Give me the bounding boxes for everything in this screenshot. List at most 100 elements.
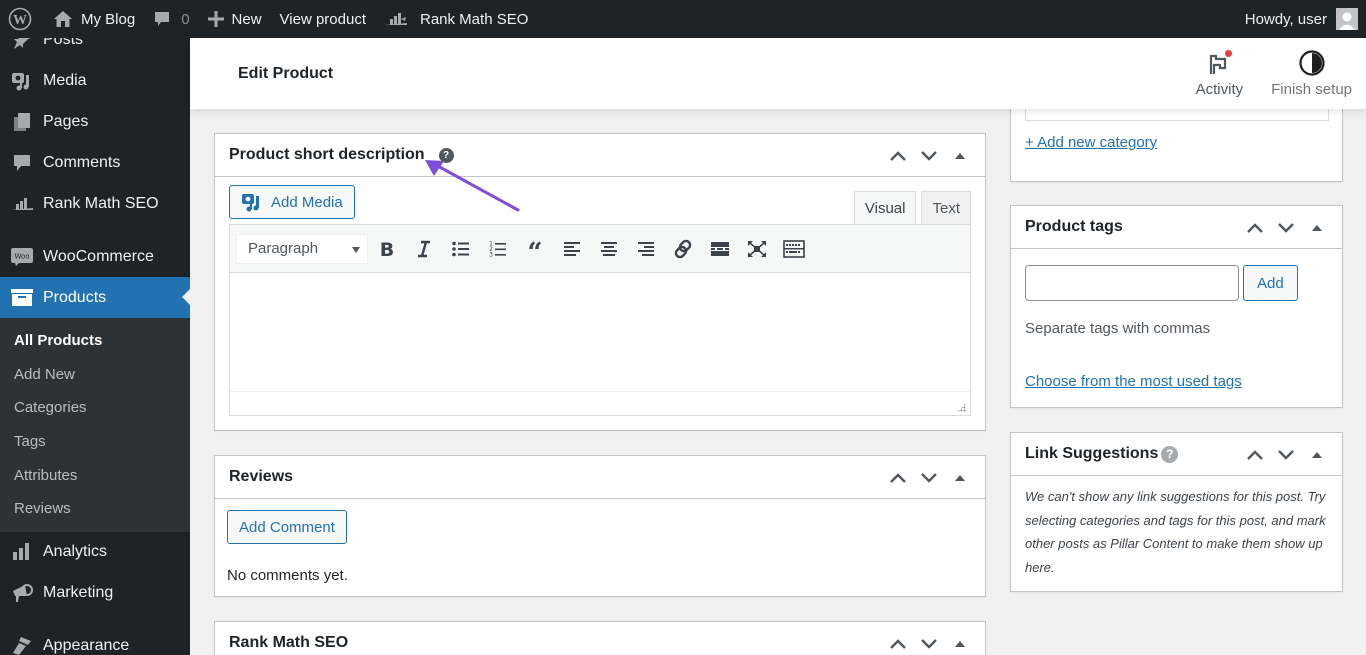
sidebar-item-media[interactable]: Media	[0, 60, 190, 101]
move-down-button[interactable]	[1270, 210, 1301, 246]
svg-text:3: 3	[489, 251, 493, 258]
activity-button[interactable]: Activity	[1182, 38, 1258, 109]
sidebar-item-posts[interactable]: Posts	[0, 38, 190, 60]
submenu-categories[interactable]: Categories	[0, 391, 190, 425]
align-right-button[interactable]	[627, 234, 664, 264]
media-icon	[10, 69, 34, 93]
chevron-up-icon	[889, 638, 906, 649]
toolbar-toggle-button[interactable]	[775, 234, 812, 264]
move-up-button[interactable]	[882, 460, 913, 496]
archive-icon	[10, 286, 34, 310]
tab-text[interactable]: Text	[921, 191, 971, 225]
rich-text-editor: Paragraph B 123 “	[229, 224, 971, 416]
submenu-all-products[interactable]: All Products	[0, 324, 190, 358]
italic-button[interactable]	[405, 234, 442, 264]
products-submenu: All Products Add New Categories Tags Att…	[0, 318, 190, 532]
comment-icon	[10, 151, 34, 175]
chevron-up-icon	[1246, 222, 1263, 233]
rank-math-box: Rank Math SEO	[214, 621, 986, 655]
toggle-panel-button[interactable]	[1301, 437, 1332, 473]
svg-text:“: “	[527, 241, 542, 257]
sidebar-item-comments[interactable]: Comments	[0, 142, 190, 183]
fullscreen-button[interactable]	[738, 234, 775, 264]
bullet-list-button[interactable]	[442, 234, 479, 264]
sidebar-item-label: Appearance	[43, 637, 130, 655]
move-down-button[interactable]	[1270, 437, 1301, 473]
rank-math-icon	[10, 192, 34, 216]
sidebar-item-marketing[interactable]: Marketing	[0, 573, 190, 614]
tab-visual[interactable]: Visual	[853, 191, 917, 225]
submenu-add-new[interactable]: Add New	[0, 358, 190, 392]
chevron-up-icon	[889, 150, 906, 161]
toggle-panel-button[interactable]	[944, 460, 975, 496]
move-up-button[interactable]	[882, 626, 913, 655]
no-comments-text: No comments yet.	[227, 567, 348, 584]
move-down-button[interactable]	[913, 460, 944, 496]
new-label: New	[231, 10, 262, 28]
brush-icon	[10, 634, 34, 655]
read-more-button[interactable]	[701, 234, 738, 264]
wordpress-logo-button[interactable]: W	[0, 0, 44, 38]
help-icon[interactable]: ?	[438, 147, 454, 163]
format-value: Paragraph	[248, 240, 319, 257]
submenu-reviews[interactable]: Reviews	[0, 492, 190, 526]
help-icon[interactable]: ?	[1161, 445, 1179, 463]
move-down-button[interactable]	[913, 138, 944, 174]
toggle-panel-button[interactable]	[1301, 210, 1332, 246]
finish-setup-button[interactable]: Finish setup	[1257, 38, 1366, 109]
activity-label: Activity	[1195, 81, 1244, 98]
postbox-header: Reviews	[215, 456, 985, 499]
postbox-title: Product short description	[229, 146, 425, 163]
numbered-list-button[interactable]: 123	[479, 234, 516, 264]
chevron-down-icon	[1277, 222, 1294, 233]
align-left-icon	[563, 241, 580, 256]
menu-separator	[0, 224, 190, 236]
editor-content-area[interactable]	[230, 273, 970, 391]
sidebar-item-pages[interactable]: Pages	[0, 101, 190, 142]
insert-link-button[interactable]	[664, 234, 701, 264]
bold-button[interactable]: B	[368, 234, 405, 264]
comments-count: 0	[181, 10, 190, 28]
postbox-header: Product short description ?	[215, 134, 985, 177]
move-up-button[interactable]	[1239, 210, 1270, 246]
add-media-button[interactable]: Add Media	[229, 185, 355, 219]
woo-icon: Woo	[10, 245, 34, 269]
editor-statusbar	[230, 391, 970, 415]
resize-handle[interactable]	[957, 403, 966, 412]
sidebar-item-label: Posts	[43, 38, 84, 48]
sidebar-item-appearance[interactable]: Appearance	[0, 626, 190, 655]
submenu-attributes[interactable]: Attributes	[0, 458, 190, 492]
sidebar-item-woocommerce[interactable]: Woo WooCommerce	[0, 236, 190, 277]
rank-math-link[interactable]: Rank Math SEO	[375, 0, 537, 38]
align-left-button[interactable]	[553, 234, 590, 264]
page-title: Edit Product	[238, 64, 334, 82]
toggle-panel-button[interactable]	[944, 626, 975, 655]
move-down-button[interactable]	[913, 626, 944, 655]
comments-link[interactable]: 0	[144, 0, 198, 38]
sidebar-item-rank-math[interactable]: Rank Math SEO	[0, 183, 190, 224]
new-content-button[interactable]: New	[199, 0, 271, 38]
postbox-header: Rank Math SEO	[215, 622, 985, 655]
tag-input[interactable]	[1025, 265, 1239, 301]
move-up-button[interactable]	[1239, 437, 1270, 473]
sidebar-item-products[interactable]: Products	[0, 277, 190, 318]
align-center-button[interactable]	[590, 234, 627, 264]
add-comment-button[interactable]: Add Comment	[227, 510, 347, 544]
user-icon	[1339, 12, 1355, 30]
toggle-panel-button[interactable]	[944, 138, 975, 174]
my-account-menu[interactable]: Howdy, user	[1245, 8, 1366, 30]
add-new-category-link[interactable]: + Add new category	[1025, 134, 1157, 151]
site-name-link[interactable]: My Blog	[44, 0, 144, 38]
chevron-down-icon	[920, 472, 937, 483]
format-select[interactable]: Paragraph	[236, 233, 368, 264]
chevron-up-icon	[1246, 449, 1263, 460]
choose-tags-link[interactable]: Choose from the most used tags	[1025, 373, 1242, 390]
postbox-title: Link Suggestions	[1025, 445, 1159, 462]
view-product-link[interactable]: View product	[271, 0, 375, 38]
triangle-up-icon	[954, 640, 965, 647]
move-up-button[interactable]	[882, 138, 913, 174]
submenu-tags[interactable]: Tags	[0, 425, 190, 459]
add-tag-button[interactable]: Add	[1243, 265, 1298, 301]
blockquote-button[interactable]: “	[516, 234, 553, 264]
sidebar-item-analytics[interactable]: Analytics	[0, 532, 190, 573]
